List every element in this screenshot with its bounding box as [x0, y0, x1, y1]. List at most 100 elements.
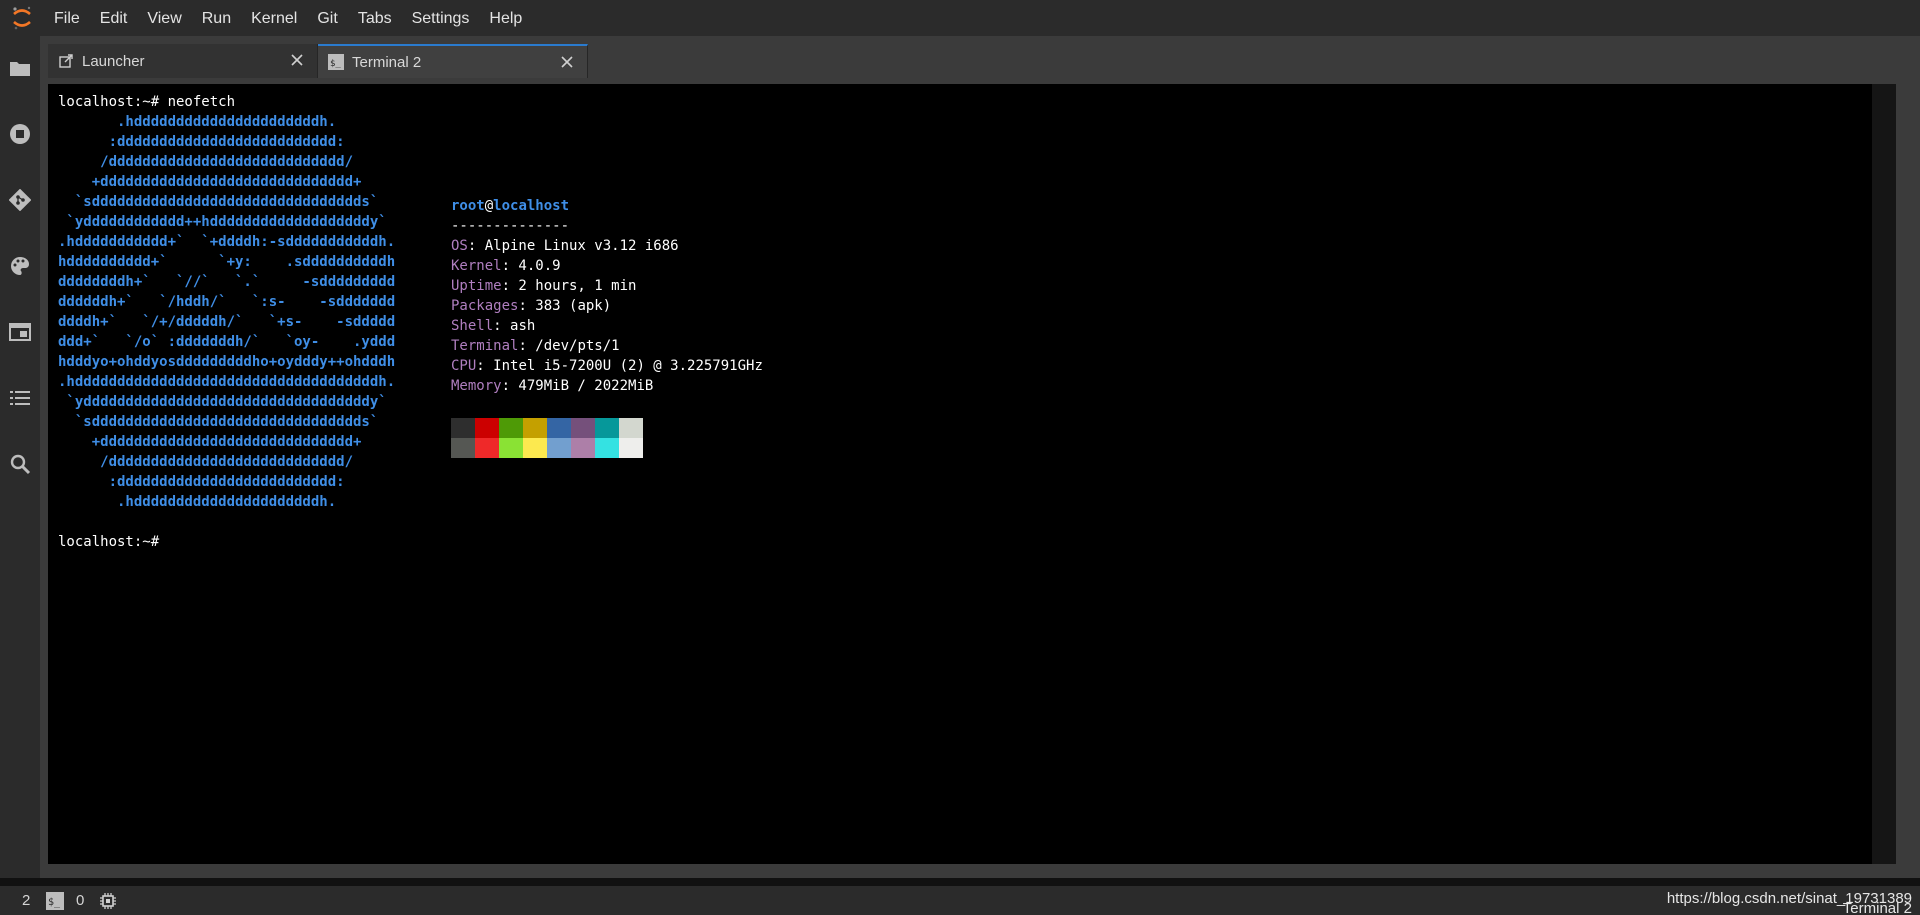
info-key: Shell: [451, 318, 494, 334]
running-stop-icon[interactable]: [0, 114, 40, 154]
color-swatch: [547, 418, 571, 438]
neofetch-logo-line: :dddddddddddddddddddddddddd:: [58, 134, 345, 150]
tabs-icon[interactable]: [0, 312, 40, 352]
neofetch-logo-line: .hddddddddddddddddddddddddddddddddddddh.: [58, 374, 396, 390]
neofetch-logo-line: ddddh+` `/+/dddddh/` `+s- -sddddd: [58, 314, 396, 330]
svg-text:$_: $_: [330, 59, 341, 69]
info-terminal: Terminal: /dev/pts/1: [451, 336, 763, 356]
left-sidebar: [0, 36, 40, 878]
color-swatch: [451, 438, 475, 458]
menu-bar: File Edit View Run Kernel Git Tabs Setti…: [0, 0, 1920, 36]
menu-help[interactable]: Help: [479, 0, 532, 36]
tab-launcher[interactable]: Launcher: [48, 44, 318, 78]
menu-view[interactable]: View: [137, 0, 191, 36]
menu-file[interactable]: File: [44, 0, 90, 36]
color-swatch: [619, 438, 643, 458]
search-icon[interactable]: [0, 444, 40, 484]
terminal-output: localhost:~# neofetch .hdddddddddddddddd…: [58, 92, 395, 552]
current-activity: Terminal 2: [1842, 900, 1912, 915]
neofetch-logo-line: .hddddddddddddddddddddddh.: [58, 494, 337, 510]
close-icon[interactable]: [289, 52, 305, 68]
info-value: : 4.0.9: [501, 258, 561, 274]
color-swatch: [499, 438, 523, 458]
tab-bar: Launcher $_ Terminal 2: [48, 44, 588, 78]
info-memory: Memory: 479MiB / 2022MiB: [451, 376, 763, 396]
watermark-text: https://blog.csdn.net/sinat_19731389 Ter…: [1667, 890, 1912, 915]
info-os: OS: Alpine Linux v3.12 i686: [451, 236, 763, 256]
color-swatch: [595, 418, 619, 438]
menu-kernel[interactable]: Kernel: [241, 0, 307, 36]
neofetch-logo-line: /dddddddddddddddddddddddddddd/: [58, 454, 354, 470]
menu-git[interactable]: Git: [307, 0, 347, 36]
info-key: CPU: [451, 358, 477, 374]
info-value: : 383 (apk): [518, 298, 612, 314]
terminal-status-icon[interactable]: $_: [46, 892, 64, 910]
info-key: Kernel: [451, 258, 502, 274]
folder-icon[interactable]: [0, 48, 40, 88]
info-key: Memory: [451, 378, 502, 394]
tab-terminal-label: Terminal 2: [352, 53, 422, 71]
terminal-icon: $_: [328, 54, 344, 70]
terminal-panel[interactable]: localhost:~# neofetch .hdddddddddddddddd…: [48, 84, 1896, 864]
info-value: : Alpine Linux v3.12 i686: [467, 238, 679, 254]
info-key: Uptime: [451, 278, 502, 294]
close-icon[interactable]: [559, 54, 575, 70]
info-value: : /dev/pts/1: [518, 338, 620, 354]
status-bar: 2 $_ 0 https://blog.csdn.net/sinat_19731…: [0, 886, 1920, 915]
info-user: root: [451, 198, 485, 214]
tab-terminal-2[interactable]: $_ Terminal 2: [318, 44, 588, 78]
neofetch-logo-line: `sdddddddddddddddddddddddddddddddds`: [58, 194, 379, 210]
info-value: : 479MiB / 2022MiB: [501, 378, 654, 394]
neofetch-logo-line: .hddddddddddd+` `+ddddh:-sdddddddddddh.: [58, 234, 396, 250]
list-icon[interactable]: [0, 378, 40, 418]
color-swatch: [499, 418, 523, 438]
info-shell: Shell: ash: [451, 316, 763, 336]
color-swatch: [571, 418, 595, 438]
color-swatch: [547, 438, 571, 458]
palette-icon[interactable]: [0, 246, 40, 286]
neofetch-logo-line: .hddddddddddddddddddddddh.: [58, 114, 337, 130]
system-info: root@localhost -------------- OS: Alpine…: [451, 196, 763, 396]
info-key: Packages: [451, 298, 519, 314]
neofetch-logo-line: ddd+` `/o` :dddddddh/` `oy- .yddd: [58, 334, 396, 350]
menu-edit[interactable]: Edit: [90, 0, 138, 36]
main-dock-panel: Launcher $_ Terminal 2 localhost:~# neof…: [40, 36, 1920, 878]
info-value: : ash: [493, 318, 536, 334]
kernel-chip-icon[interactable]: [99, 892, 117, 910]
info-at: @: [484, 198, 494, 214]
color-palette: [451, 418, 643, 458]
color-swatch: [451, 418, 475, 438]
color-swatch: [595, 438, 619, 458]
neofetch-logo-line: /dddddddddddddddddddddddddddd/: [58, 154, 354, 170]
terminals-count[interactable]: 2: [22, 892, 30, 909]
terminal-scrollbar[interactable]: [1872, 84, 1896, 864]
terminal-command-line: localhost:~# neofetch: [58, 94, 236, 110]
menu-settings[interactable]: Settings: [402, 0, 480, 36]
info-uptime: Uptime: 2 hours, 1 min: [451, 276, 763, 296]
color-swatch: [475, 438, 499, 458]
info-packages: Packages: 383 (apk): [451, 296, 763, 316]
terminal-prompt: localhost:~#: [58, 534, 160, 550]
color-swatch: [571, 438, 595, 458]
neofetch-logo-line: :dddddddddddddddddddddddddd:: [58, 474, 345, 490]
launcher-icon: [58, 53, 74, 69]
color-swatch: [523, 438, 547, 458]
info-key: Terminal: [451, 338, 519, 354]
jupyter-logo-icon[interactable]: [0, 0, 44, 36]
kernels-count[interactable]: 0: [76, 892, 84, 909]
neofetch-logo-line: ddddddddh+` `//` `.` -sddddddddd: [58, 274, 396, 290]
color-swatch: [523, 418, 547, 438]
color-swatch: [475, 418, 499, 438]
neofetch-logo-line: ddddddh+` `/hddh/` `:s- -sddddddd: [58, 294, 396, 310]
menu-run[interactable]: Run: [192, 0, 241, 36]
tab-launcher-label: Launcher: [82, 52, 145, 70]
svg-text:$_: $_: [48, 897, 61, 908]
info-value: : Intel i5-7200U (2) @ 3.225791GHz: [476, 358, 763, 374]
menu-tabs[interactable]: Tabs: [348, 0, 402, 36]
git-icon[interactable]: [0, 180, 40, 220]
neofetch-logo-line: +dddddddddddddddddddddddddddddd+: [58, 434, 362, 450]
info-value: : 2 hours, 1 min: [501, 278, 637, 294]
info-cpu: CPU: Intel i5-7200U (2) @ 3.225791GHz: [451, 356, 763, 376]
user-host-line: root@localhost: [451, 196, 763, 216]
